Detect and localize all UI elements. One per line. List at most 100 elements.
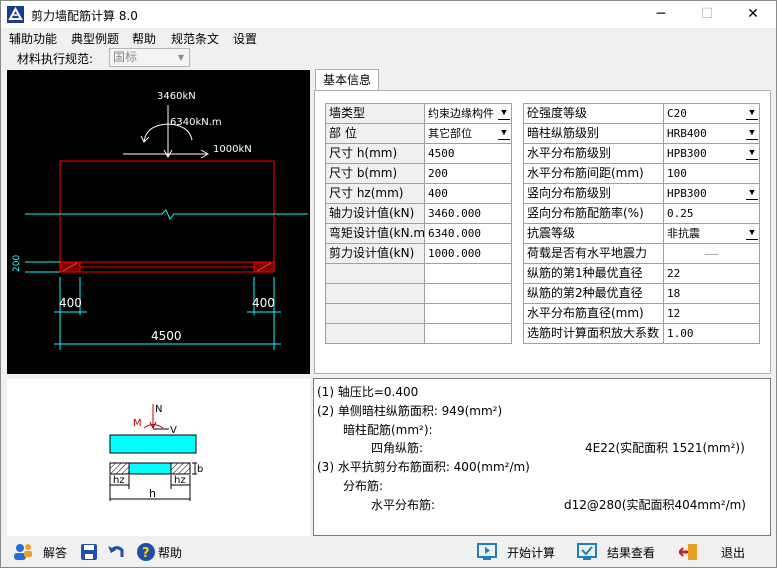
label-m: M (133, 418, 142, 429)
right-value-input[interactable]: —— (664, 244, 760, 264)
chevron-down-icon[interactable]: ▼ (497, 105, 511, 122)
left-label: 部 位 (326, 124, 425, 144)
menu-item-help[interactable]: 帮助 (132, 30, 156, 47)
exit-button[interactable]: 退出 (721, 544, 745, 561)
title-bar: 剪力墙配筋计算 8.0 ─ ☐ ✕ (1, 1, 776, 28)
right-value-select[interactable]: HRB400 ▼ (664, 124, 760, 144)
right-value-select[interactable]: HPB300 ▼ (664, 144, 760, 164)
dim-hz-right-label: 400 (252, 296, 275, 310)
left-row (326, 324, 512, 344)
menu-item-code-clauses[interactable]: 规范条文 (171, 30, 219, 47)
left-value-select[interactable]: 约束边缘构件 ▼ (425, 104, 512, 124)
undo-icon[interactable] (106, 542, 126, 562)
tab-basic-info[interactable]: 基本信息 (315, 69, 379, 91)
right-value-select[interactable]: C20 ▼ (664, 104, 760, 124)
chevron-down-icon[interactable]: ▼ (745, 185, 759, 202)
left-value-text: 400 (428, 187, 448, 200)
right-value-select[interactable]: HPB300 ▼ (664, 184, 760, 204)
right-label: 竖向分布筋配筋率(%) (524, 204, 664, 224)
left-value-input[interactable]: 400 (425, 184, 512, 204)
maximize-button[interactable]: ☐ (684, 1, 730, 28)
left-value-input[interactable]: 3460.000 (425, 204, 512, 224)
left-label (326, 304, 425, 324)
chevron-down-icon[interactable]: ▼ (745, 225, 759, 242)
left-value-input[interactable]: 4500 (425, 144, 512, 164)
result-horizontal-shear-area: (3) 水平抗剪分布筋面积: 400(mm²/m) (317, 460, 530, 474)
right-row: 纵筋的第2种最优直径 18 (524, 284, 760, 304)
left-value-select[interactable]: 其它部位 ▼ (425, 124, 512, 144)
right-value-select[interactable]: 非抗震 ▼ (664, 224, 760, 244)
right-row: 竖向分布筋级别 HPB300 ▼ (524, 184, 760, 204)
label-v: V (170, 425, 177, 436)
right-label: 暗柱纵筋级别 (524, 124, 664, 144)
right-value-input[interactable]: 1.00 (664, 324, 760, 344)
start-calculation-button[interactable]: 开始计算 (507, 544, 555, 561)
section-sketch: N M V b hz hz h (7, 379, 310, 536)
bottom-toolbar: 解答 ? 帮助 开始计算 结果查看 退出 (1, 539, 776, 567)
left-row: 部 位其它部位 ▼ (326, 124, 512, 144)
right-value-text: 100 (667, 167, 687, 180)
right-value-text: 22 (667, 267, 681, 280)
right-value-input[interactable]: 22 (664, 264, 760, 284)
left-value-input[interactable]: 6340.000 (425, 224, 512, 244)
save-icon[interactable] (79, 542, 99, 562)
right-row: 暗柱纵筋级别 HRB400 ▼ (524, 124, 760, 144)
right-value-input[interactable]: 18 (664, 284, 760, 304)
result-horizontal-bars-value: d12@280(实配面积404mm²/m) (564, 498, 746, 512)
left-value-text: 3460.000 (428, 207, 481, 220)
left-value-input[interactable]: 200 (425, 164, 512, 184)
dim-h-label: 4500 (151, 329, 182, 343)
shear-load-label: 1000kN (213, 144, 252, 155)
left-value-text: 200 (428, 167, 448, 180)
left-label (326, 324, 425, 344)
right-hatch (170, 462, 191, 475)
material-standard-select[interactable]: 国标 ▼ (109, 48, 190, 67)
right-row: 荷载是否有水平地震力 —— (524, 244, 760, 264)
right-row: 水平分布筋级别 HPB300 ▼ (524, 144, 760, 164)
menu-item-examples[interactable]: 典型例题 (71, 30, 119, 47)
result-boundary-rebar-heading: 暗柱配筋(mm²): (343, 423, 433, 437)
close-button[interactable]: ✕ (730, 1, 776, 28)
dim-b-label: 200 (12, 255, 22, 272)
menu-item-assist[interactable]: 辅助功能 (9, 30, 57, 47)
label-hz-right: hz (174, 475, 186, 486)
right-label: 水平分布筋直径(mm) (524, 304, 664, 324)
left-label: 轴力设计值(kN) (326, 204, 425, 224)
exit-door-icon[interactable] (679, 542, 699, 562)
help-button[interactable]: 帮助 (158, 544, 182, 561)
result-corner-bars-label: 四角纵筋: (371, 441, 424, 455)
help-icon[interactable]: ? (136, 542, 156, 562)
right-value-text: HPB300 (667, 147, 707, 160)
right-value-text: HRB400 (667, 127, 707, 140)
left-value-text: 1000.000 (428, 247, 481, 260)
minimize-button[interactable]: ─ (638, 1, 684, 28)
left-row: 轴力设计值(kN) 3460.000 (326, 204, 512, 224)
view-results-button[interactable]: 结果查看 (607, 544, 655, 561)
right-value-text: 0.25 (667, 207, 694, 220)
right-value-input[interactable]: 0.25 (664, 204, 760, 224)
left-value-input[interactable]: 1000.000 (425, 244, 512, 264)
users-icon[interactable] (13, 542, 33, 562)
right-value-input[interactable]: 12 (664, 304, 760, 324)
result-axial-ratio: (1) 轴压比=0.400 (317, 385, 419, 399)
left-label: 弯矩设计值(kN.m) (326, 224, 425, 244)
monitor-play-icon[interactable] (477, 542, 497, 562)
app-window: 剪力墙配筋计算 8.0 ─ ☐ ✕ 辅助功能 典型例题 帮助 规范条文 设置 材… (0, 0, 777, 568)
left-value-input (425, 284, 512, 304)
monitor-check-icon[interactable] (577, 542, 597, 562)
right-value-input[interactable]: 100 (664, 164, 760, 184)
chevron-down-icon[interactable]: ▼ (745, 125, 759, 142)
chevron-down-icon[interactable]: ▼ (745, 145, 759, 162)
chevron-down-icon[interactable]: ▼ (497, 125, 511, 142)
wall-web-fill (128, 462, 172, 475)
menu-item-settings[interactable]: 设置 (233, 30, 257, 47)
material-standard-value: 国标 (113, 50, 138, 64)
wall-plan-section: 200 (12, 255, 275, 273)
left-row (326, 304, 512, 324)
left-row: 尺寸 b(mm) 200 (326, 164, 512, 184)
answer-button[interactable]: 解答 (43, 544, 67, 561)
chevron-down-icon[interactable]: ▼ (745, 105, 759, 122)
results-panel: (1) 轴压比=0.400 (2) 单侧暗柱纵筋面积: 949(mm²) 暗柱配… (313, 378, 771, 536)
right-label: 竖向分布筋级别 (524, 184, 664, 204)
left-value-input (425, 304, 512, 324)
